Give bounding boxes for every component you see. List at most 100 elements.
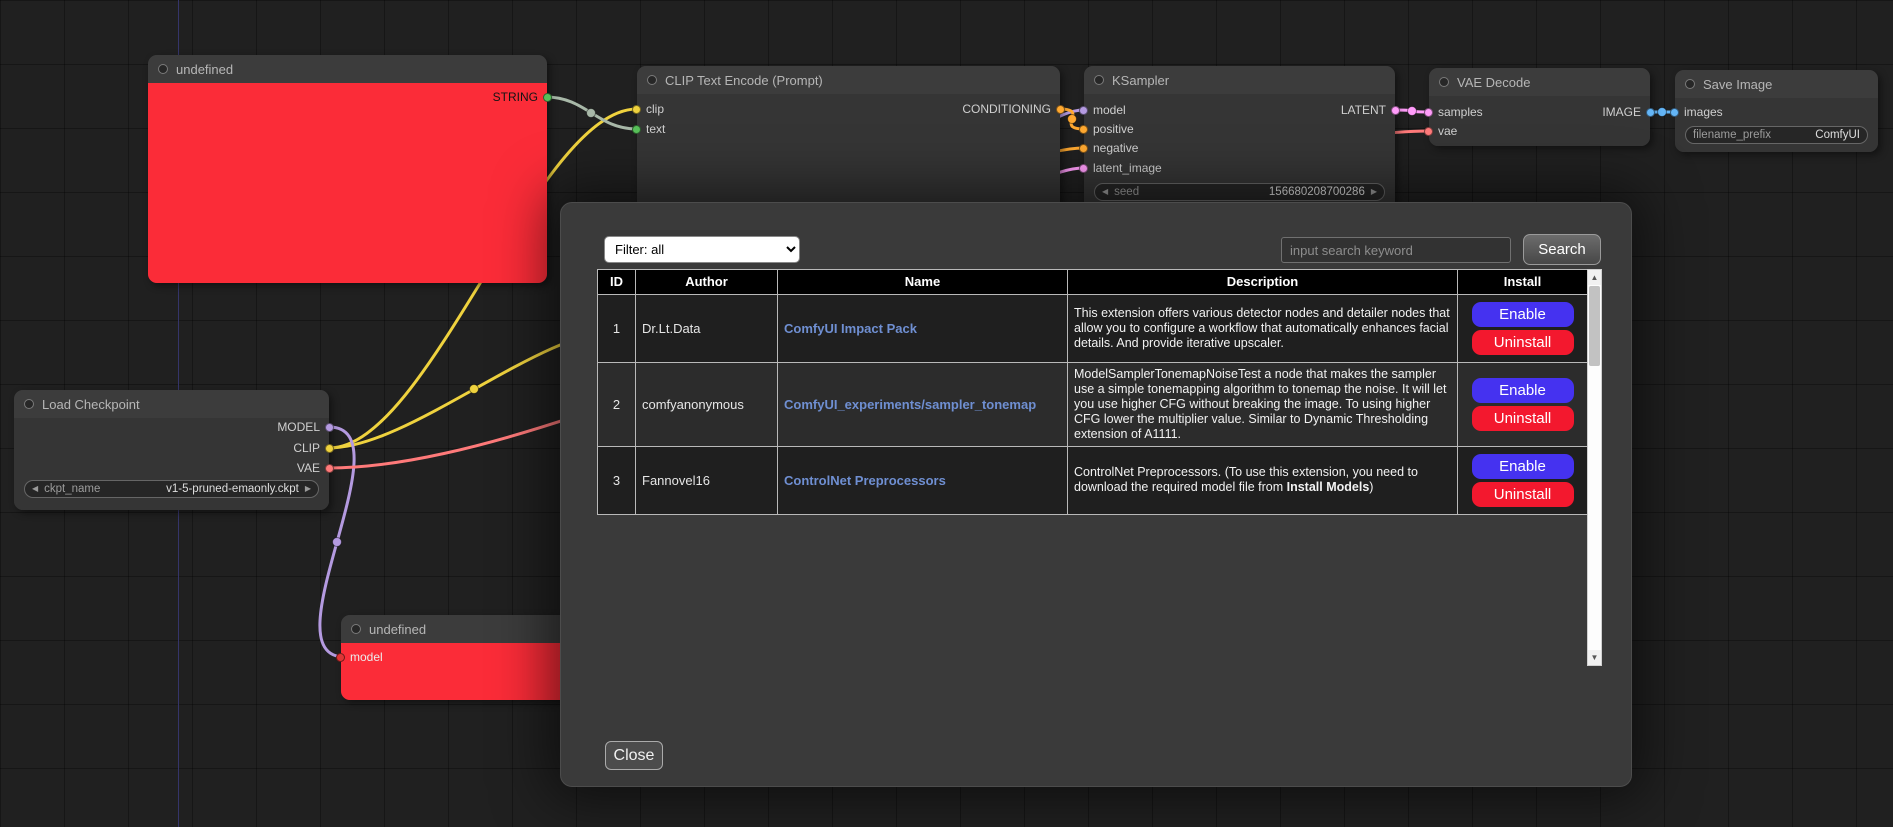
scroll-down-icon[interactable]: ▼ bbox=[1588, 650, 1601, 665]
description-text: This extension offers various detector n… bbox=[1074, 306, 1450, 350]
header-name: Name bbox=[778, 270, 1068, 295]
slot-dot-model-input[interactable] bbox=[336, 653, 345, 662]
slot-dot-image-output[interactable] bbox=[1646, 108, 1655, 117]
node-undefined-top[interactable]: undefined STRING bbox=[148, 55, 547, 283]
enable-button[interactable]: Enable bbox=[1472, 378, 1574, 403]
search-input[interactable] bbox=[1281, 237, 1511, 263]
node-titlebar[interactable]: KSampler bbox=[1084, 66, 1395, 94]
uninstall-button[interactable]: Uninstall bbox=[1472, 330, 1574, 355]
node-titlebar[interactable]: Save Image bbox=[1675, 70, 1878, 98]
node-title: VAE Decode bbox=[1457, 75, 1530, 90]
extension-table: ID Author Name Description Install 1 Dr.… bbox=[597, 269, 1588, 515]
header-description: Description bbox=[1068, 270, 1458, 295]
slot-dot-model-output[interactable] bbox=[325, 423, 334, 432]
node-titlebar[interactable]: undefined bbox=[148, 55, 547, 83]
cell-description: ControlNet Preprocessors. (To use this e… bbox=[1068, 446, 1458, 514]
table-row: 3 Fannovel16 ControlNet Preprocessors Co… bbox=[598, 446, 1588, 514]
slot-label: latent_image bbox=[1093, 161, 1162, 175]
description-bold: Install Models bbox=[1287, 480, 1370, 494]
next-arrow-icon[interactable]: ▶ bbox=[1371, 188, 1377, 196]
description-end: ) bbox=[1369, 480, 1373, 494]
node-load-checkpoint[interactable]: Load Checkpoint MODEL CLIP VAE ◀ ckpt_na… bbox=[14, 390, 329, 510]
slot-dot-samples-input[interactable] bbox=[1424, 108, 1433, 117]
node-save-image[interactable]: Save Image images filename_prefix ComfyU… bbox=[1675, 70, 1878, 152]
cell-author: comfyanonymous bbox=[636, 362, 778, 446]
slot-label: VAE bbox=[297, 461, 320, 475]
uninstall-button[interactable]: Uninstall bbox=[1472, 406, 1574, 431]
slot-label: IMAGE bbox=[1602, 105, 1641, 119]
collapse-dot-icon[interactable] bbox=[1094, 75, 1104, 85]
slot-label: STRING bbox=[493, 90, 538, 104]
slot-dot-vae-input[interactable] bbox=[1424, 127, 1433, 136]
slot-label: model bbox=[1093, 103, 1126, 117]
collapse-dot-icon[interactable] bbox=[24, 399, 34, 409]
cell-author: Dr.Lt.Data bbox=[636, 294, 778, 362]
enable-button[interactable]: Enable bbox=[1472, 302, 1574, 327]
next-arrow-icon[interactable]: ▶ bbox=[305, 485, 311, 493]
node-title: KSampler bbox=[1112, 73, 1169, 88]
prev-arrow-icon[interactable]: ◀ bbox=[32, 485, 38, 493]
extension-link[interactable]: ControlNet Preprocessors bbox=[784, 473, 946, 488]
slot-dot-latent-image-input[interactable] bbox=[1079, 164, 1088, 173]
collapse-dot-icon[interactable] bbox=[1685, 79, 1695, 89]
search-button[interactable]: Search bbox=[1523, 234, 1601, 265]
widget-label: ckpt_name bbox=[44, 483, 100, 495]
close-button[interactable]: Close bbox=[605, 741, 663, 770]
slot-dot-negative-input[interactable] bbox=[1079, 144, 1088, 153]
extension-link[interactable]: ComfyUI_experiments/sampler_tonemap bbox=[784, 397, 1036, 412]
seed-widget[interactable]: ◀ seed 156680208700286 ▶ bbox=[1094, 183, 1385, 201]
node-titlebar[interactable]: CLIP Text Encode (Prompt) bbox=[637, 66, 1060, 94]
node-clip-text-encode[interactable]: CLIP Text Encode (Prompt) clip text COND… bbox=[637, 66, 1060, 216]
slot-dot-string-output[interactable] bbox=[543, 93, 552, 102]
slot-dot-model-input[interactable] bbox=[1079, 106, 1088, 115]
slot-label: text bbox=[646, 122, 665, 136]
table-header-row: ID Author Name Description Install bbox=[598, 270, 1588, 295]
filename-prefix-widget[interactable]: filename_prefix ComfyUI bbox=[1685, 126, 1868, 144]
slot-dot-positive-input[interactable] bbox=[1079, 125, 1088, 134]
scrollbar[interactable]: ▲ ▼ bbox=[1587, 269, 1602, 666]
node-titlebar[interactable]: undefined bbox=[341, 615, 572, 643]
scrollbar-thumb[interactable] bbox=[1589, 286, 1600, 366]
extension-link[interactable]: ComfyUI Impact Pack bbox=[784, 321, 917, 336]
slot-dot-text-input[interactable] bbox=[632, 125, 641, 134]
slot-dot-latent-output[interactable] bbox=[1391, 106, 1400, 115]
widget-label: filename_prefix bbox=[1693, 129, 1771, 141]
collapse-dot-icon[interactable] bbox=[647, 75, 657, 85]
slot-label: vae bbox=[1438, 124, 1457, 138]
widget-label: seed bbox=[1114, 186, 1139, 198]
slot-dot-images-input[interactable] bbox=[1670, 108, 1679, 117]
scroll-up-icon[interactable]: ▲ bbox=[1588, 270, 1601, 285]
node-vae-decode[interactable]: VAE Decode samples vae IMAGE bbox=[1429, 68, 1650, 146]
slot-label: images bbox=[1684, 105, 1723, 119]
header-id: ID bbox=[598, 270, 636, 295]
enable-button[interactable]: Enable bbox=[1472, 454, 1574, 479]
uninstall-button[interactable]: Uninstall bbox=[1472, 482, 1574, 507]
manager-dialog: Filter: all Search ID Author Name Descri… bbox=[560, 202, 1632, 787]
slot-dot-conditioning-output[interactable] bbox=[1056, 105, 1065, 114]
collapse-dot-icon[interactable] bbox=[158, 64, 168, 74]
widget-value: ComfyUI bbox=[1815, 129, 1860, 141]
cell-install: Enable Uninstall bbox=[1458, 294, 1588, 362]
slot-dot-clip-output[interactable] bbox=[325, 444, 334, 453]
collapse-dot-icon[interactable] bbox=[1439, 77, 1449, 87]
slot-label: MODEL bbox=[277, 420, 320, 434]
collapse-dot-icon[interactable] bbox=[351, 624, 361, 634]
prev-arrow-icon[interactable]: ◀ bbox=[1102, 188, 1108, 196]
widget-value: 156680208700286 bbox=[1269, 186, 1365, 198]
node-title: undefined bbox=[176, 62, 233, 77]
slot-label: CONDITIONING bbox=[962, 102, 1051, 116]
table-row: 2 comfyanonymous ComfyUI_experiments/sam… bbox=[598, 362, 1588, 446]
cell-author: Fannovel16 bbox=[636, 446, 778, 514]
slot-dot-vae-output[interactable] bbox=[325, 464, 334, 473]
cell-install: Enable Uninstall bbox=[1458, 446, 1588, 514]
node-titlebar[interactable]: Load Checkpoint bbox=[14, 390, 329, 418]
slot-label: positive bbox=[1093, 122, 1134, 136]
cell-id: 2 bbox=[598, 362, 636, 446]
slot-dot-clip-input[interactable] bbox=[632, 105, 641, 114]
node-titlebar[interactable]: VAE Decode bbox=[1429, 68, 1650, 96]
node-undefined-bottom[interactable]: undefined model bbox=[341, 615, 572, 700]
header-author: Author bbox=[636, 270, 778, 295]
ckpt-name-widget[interactable]: ◀ ckpt_name v1-5-pruned-emaonly.ckpt ▶ bbox=[24, 480, 319, 498]
slot-label: samples bbox=[1438, 105, 1483, 119]
filter-select[interactable]: Filter: all bbox=[604, 236, 800, 263]
